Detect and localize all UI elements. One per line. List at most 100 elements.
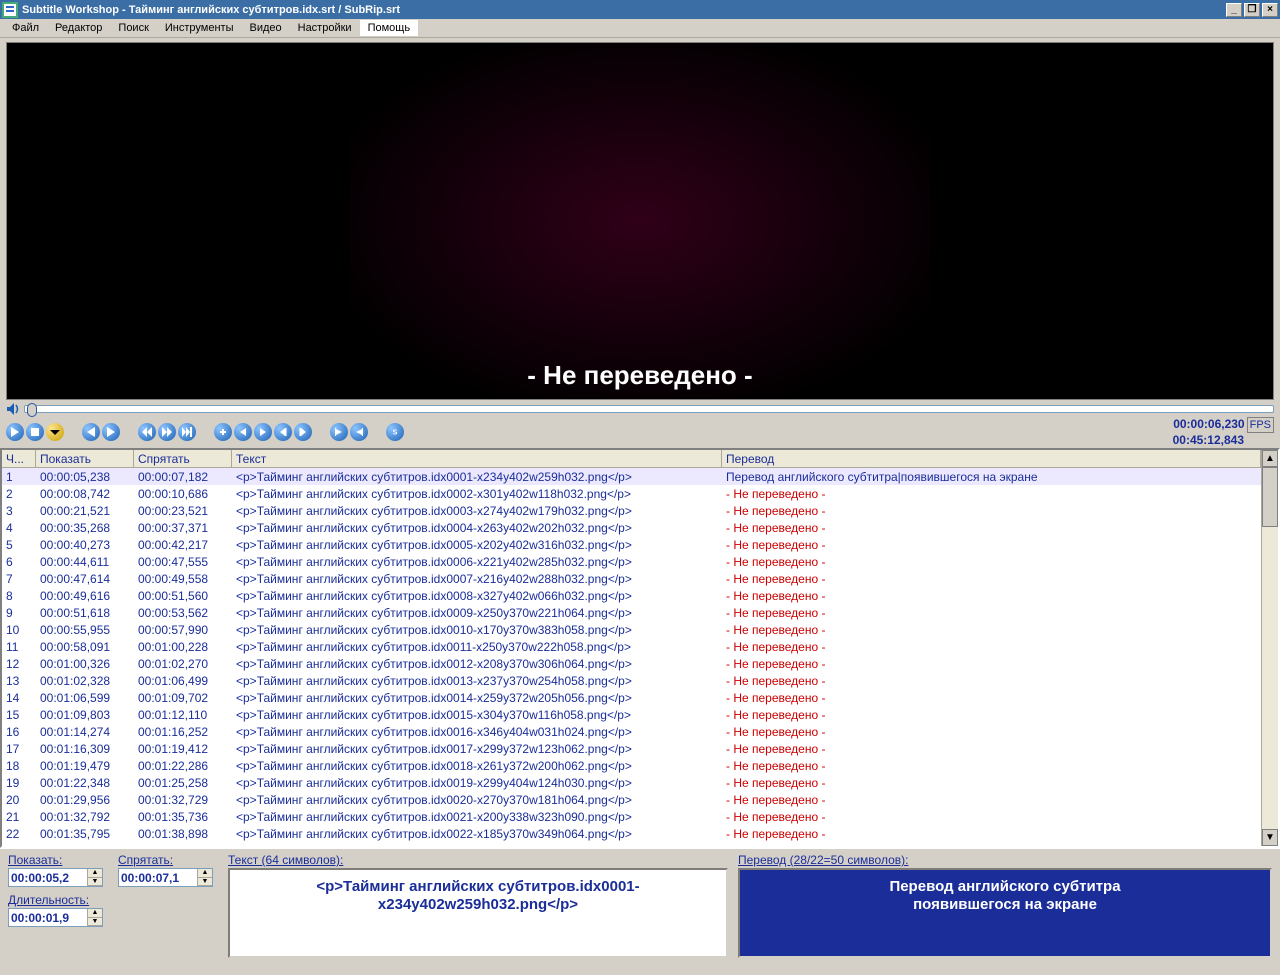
table-row[interactable]: 1900:01:22,34800:01:25,258<p>Тайминг анг…	[2, 774, 1261, 791]
play-button[interactable]	[6, 423, 24, 441]
table-row[interactable]: 1000:00:55,95500:00:57,990<p>Тайминг анг…	[2, 621, 1261, 638]
table-row[interactable]: 1300:01:02,32800:01:06,499<p>Тайминг анг…	[2, 672, 1261, 689]
grid-body[interactable]: 100:00:05,23800:00:07,182<p>Тайминг англ…	[2, 468, 1261, 846]
sync-next-button[interactable]	[254, 423, 272, 441]
prev-button[interactable]	[82, 423, 100, 441]
video-subtitle-overlay: - Не переведено -	[527, 360, 752, 399]
minimize-button[interactable]: _	[1226, 3, 1242, 17]
shift-back-button[interactable]	[274, 423, 292, 441]
translation-edit[interactable]: Перевод английского субтитрапоявившегося…	[738, 868, 1272, 958]
spin-up-icon[interactable]: ▲	[197, 869, 212, 878]
table-row[interactable]: 2000:01:29,95600:01:32,729<p>Тайминг анг…	[2, 791, 1261, 808]
table-row[interactable]: 500:00:40,27300:00:42,217<p>Тайминг англ…	[2, 536, 1261, 553]
duration-label: Длительность:	[8, 893, 108, 907]
cell-translation: - Не переведено -	[722, 691, 1261, 705]
table-row[interactable]: 700:00:47,61400:00:49,558<p>Тайминг англ…	[2, 570, 1261, 587]
scroll-down-button[interactable]: ▼	[1262, 829, 1278, 846]
scroll-thumb[interactable]	[1262, 467, 1278, 527]
cell-text: <p>Тайминг английских субтитров.idx0005-…	[232, 538, 722, 552]
set-show-button[interactable]	[330, 423, 348, 441]
set-hide-button[interactable]	[350, 423, 368, 441]
forward-button[interactable]	[158, 423, 176, 441]
cell-hide: 00:01:09,702	[134, 691, 232, 705]
cell-text: <p>Тайминг английских субтитров.idx0022-…	[232, 827, 722, 841]
col-show[interactable]: Показать	[36, 450, 134, 467]
duration-input[interactable]	[9, 909, 87, 926]
table-row[interactable]: 200:00:08,74200:00:10,686<p>Тайминг англ…	[2, 485, 1261, 502]
cell-num: 4	[2, 521, 36, 535]
menu-поиск[interactable]: Поиск	[110, 20, 156, 36]
table-row[interactable]: 600:00:44,61100:00:47,555<p>Тайминг англ…	[2, 553, 1261, 570]
close-button[interactable]: ×	[1262, 3, 1278, 17]
table-row[interactable]: 1700:01:16,30900:01:19,412<p>Тайминг анг…	[2, 740, 1261, 757]
scroll-up-button[interactable]: ▲	[1262, 450, 1278, 467]
cell-hide: 00:01:22,286	[134, 759, 232, 773]
table-row[interactable]: 300:00:21,52100:00:23,521<p>Тайминг англ…	[2, 502, 1261, 519]
menu-настройки[interactable]: Настройки	[290, 20, 360, 36]
table-row[interactable]: 1100:00:58,09100:01:00,228<p>Тайминг анг…	[2, 638, 1261, 655]
maximize-button[interactable]: ❐	[1244, 3, 1260, 17]
fps-label[interactable]: FPS	[1247, 417, 1274, 433]
vertical-scrollbar[interactable]: ▲ ▼	[1261, 450, 1278, 846]
toggle-button[interactable]	[46, 423, 64, 441]
menu-инструменты[interactable]: Инструменты	[157, 20, 242, 36]
table-row[interactable]: 400:00:35,26800:00:37,371<p>Тайминг англ…	[2, 519, 1261, 536]
table-row[interactable]: 1200:01:00,32600:01:02,270<p>Тайминг анг…	[2, 655, 1261, 672]
spin-up-icon[interactable]: ▲	[87, 909, 102, 918]
table-row[interactable]: 1400:01:06,59900:01:09,702<p>Тайминг анг…	[2, 689, 1261, 706]
cell-num: 21	[2, 810, 36, 824]
show-input[interactable]	[9, 869, 87, 886]
hide-input[interactable]	[119, 869, 197, 886]
menu-файл[interactable]: Файл	[4, 20, 47, 36]
cell-show: 00:01:09,803	[36, 708, 134, 722]
table-row[interactable]: 800:00:49,61600:00:51,560<p>Тайминг англ…	[2, 587, 1261, 604]
duration-spinner[interactable]: ▲▼	[8, 908, 103, 927]
seek-thumb[interactable]	[27, 403, 37, 417]
sync-prev-button[interactable]	[234, 423, 252, 441]
spin-down-icon[interactable]: ▼	[87, 878, 102, 887]
table-row[interactable]: 1600:01:14,27400:01:16,252<p>Тайминг анг…	[2, 723, 1261, 740]
cell-hide: 00:00:53,562	[134, 606, 232, 620]
cell-translation: - Не переведено -	[722, 606, 1261, 620]
cell-show: 00:00:58,091	[36, 640, 134, 654]
spin-up-icon[interactable]: ▲	[87, 869, 102, 878]
stop-button[interactable]	[26, 423, 44, 441]
cell-translation: - Не переведено -	[722, 657, 1261, 671]
cell-hide: 00:00:07,182	[134, 470, 232, 484]
menu-редактор[interactable]: Редактор	[47, 20, 110, 36]
next-button[interactable]	[102, 423, 120, 441]
table-row[interactable]: 900:00:51,61800:00:53,562<p>Тайминг англ…	[2, 604, 1261, 621]
subtitle-mode-button[interactable]: S	[386, 423, 404, 441]
skip-button[interactable]	[178, 423, 196, 441]
table-row[interactable]: 2100:01:32,79200:01:35,736<p>Тайминг анг…	[2, 808, 1261, 825]
col-number[interactable]: Ч...	[2, 450, 36, 467]
cell-text: <p>Тайминг английских субтитров.idx0018-…	[232, 759, 722, 773]
table-row[interactable]: 1500:01:09,80300:01:12,110<p>Тайминг анг…	[2, 706, 1261, 723]
speaker-icon[interactable]	[6, 402, 20, 416]
seek-track[interactable]	[24, 405, 1274, 413]
menu-видео[interactable]: Видео	[241, 20, 289, 36]
cell-translation: - Не переведено -	[722, 827, 1261, 841]
cell-hide: 00:00:42,217	[134, 538, 232, 552]
menu-помощь[interactable]: Помощь	[360, 20, 419, 36]
cell-show: 00:01:16,309	[36, 742, 134, 756]
mark-start-button[interactable]	[214, 423, 232, 441]
cell-hide: 00:01:38,898	[134, 827, 232, 841]
svg-text:S: S	[393, 430, 398, 437]
spin-down-icon[interactable]: ▼	[197, 878, 212, 887]
shift-forward-button[interactable]	[294, 423, 312, 441]
table-row[interactable]: 100:00:05,23800:00:07,182<p>Тайминг англ…	[2, 468, 1261, 485]
hide-spinner[interactable]: ▲▼	[118, 868, 213, 887]
cell-show: 00:00:55,955	[36, 623, 134, 637]
table-row[interactable]: 2200:01:35,79500:01:38,898<p>Тайминг анг…	[2, 825, 1261, 842]
text-edit[interactable]: <p>Тайминг английских субтитров.idx0001-…	[228, 868, 728, 958]
col-translation[interactable]: Перевод	[722, 450, 1261, 467]
rewind-button[interactable]	[138, 423, 156, 441]
show-spinner[interactable]: ▲▼	[8, 868, 103, 887]
col-hide[interactable]: Спрятать	[134, 450, 232, 467]
col-text[interactable]: Текст	[232, 450, 722, 467]
table-row[interactable]: 1800:01:19,47900:01:22,286<p>Тайминг анг…	[2, 757, 1261, 774]
spin-down-icon[interactable]: ▼	[87, 918, 102, 927]
video-preview[interactable]: - Не переведено -	[6, 42, 1274, 400]
current-time: 00:00:06,230	[1173, 417, 1244, 431]
